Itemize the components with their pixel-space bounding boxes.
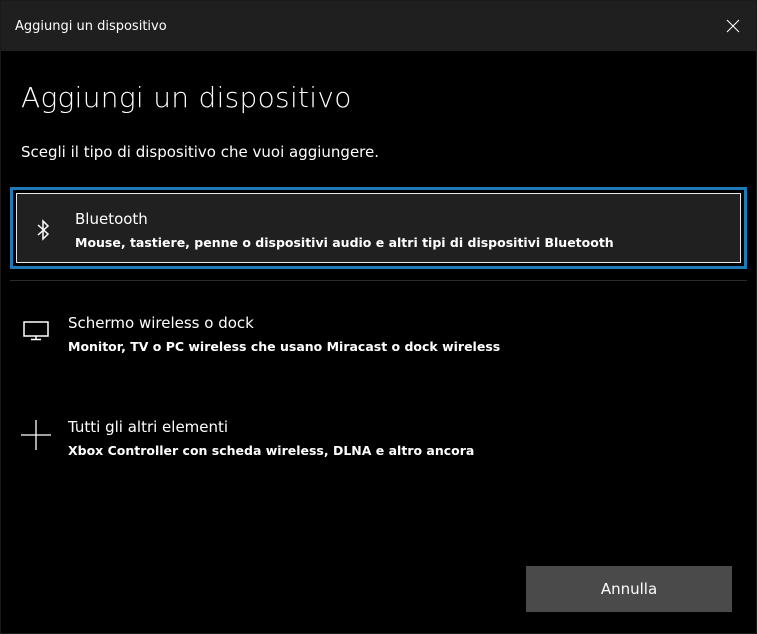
option-description: Mouse, tastiere, penne o dispositivi aud… (75, 235, 614, 250)
option-description: Xbox Controller con scheda wireless, DLN… (68, 443, 475, 458)
title-bar[interactable]: Aggiungi un dispositivo (1, 1, 756, 51)
page-subtitle: Scegli il tipo di dispositivo che vuoi a… (21, 143, 380, 161)
option-wireless-display[interactable]: Schermo wireless o dock Monitor, TV o PC… (10, 299, 747, 381)
option-everything-else[interactable]: Tutti gli altri elementi Xbox Controller… (10, 403, 747, 485)
option-title: Bluetooth (75, 210, 148, 228)
close-button[interactable] (710, 1, 756, 51)
option-bluetooth-inner: Bluetooth Mouse, tastiere, penne o dispo… (16, 193, 741, 263)
divider (10, 280, 747, 281)
page-title: Aggiungi un dispositivo (21, 81, 352, 114)
add-device-dialog: Aggiungi un dispositivo Aggiungi un disp… (0, 0, 757, 634)
close-icon (726, 19, 740, 33)
plus-icon (20, 419, 52, 451)
window-title: Aggiungi un dispositivo (15, 19, 167, 34)
option-bluetooth[interactable]: Bluetooth Mouse, tastiere, penne o dispo… (10, 187, 747, 269)
option-title: Tutti gli altri elementi (68, 418, 229, 436)
option-title: Schermo wireless o dock (68, 314, 254, 332)
monitor-icon (20, 315, 52, 347)
cancel-button[interactable]: Annulla (526, 566, 732, 612)
bluetooth-icon (27, 214, 59, 246)
option-description: Monitor, TV o PC wireless che usano Mira… (68, 339, 501, 354)
